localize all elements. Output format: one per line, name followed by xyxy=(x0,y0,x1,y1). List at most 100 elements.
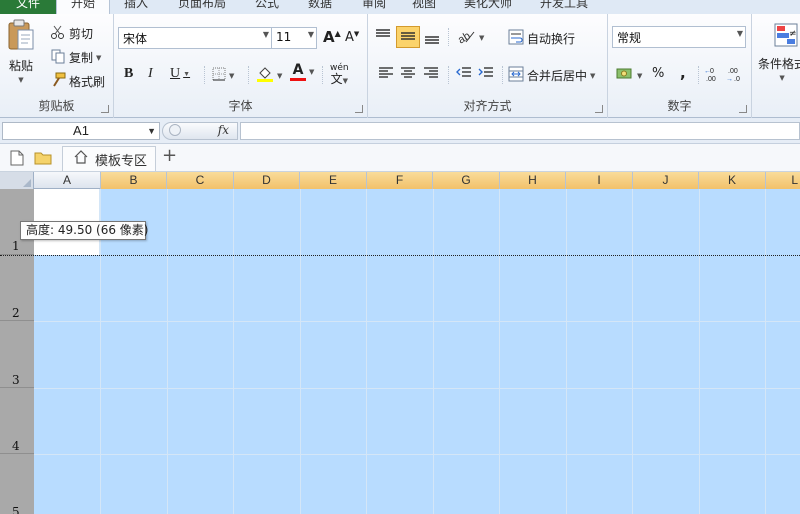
cut-button[interactable]: 剪切 xyxy=(50,24,93,43)
conditional-format-button[interactable]: ≠ 条件格式 ▼ xyxy=(758,22,800,82)
phonetic-icon: 文▼ xyxy=(330,72,348,86)
underline-button[interactable]: U ▼ xyxy=(170,66,190,82)
fill-color-button[interactable]: ▼ xyxy=(256,65,282,86)
italic-button[interactable]: I xyxy=(148,66,153,82)
clipboard-group: 粘贴 ▼ 剪切 复制 ▼ 格式刷 剪贴板 xyxy=(0,14,114,118)
decrease-decimal-button[interactable]: .00 → .0 xyxy=(726,66,744,85)
row-header-5[interactable]: 5 xyxy=(0,454,34,514)
column-header-h[interactable]: H xyxy=(500,172,566,189)
borders-button[interactable]: ▼ xyxy=(212,67,234,84)
column-header-l[interactable]: L xyxy=(766,172,800,189)
column-header-b[interactable]: B xyxy=(101,172,167,189)
align-middle-button[interactable] xyxy=(396,26,420,48)
align-bottom-button[interactable] xyxy=(423,28,441,47)
font-group: 宋体 ▼ 11 ▼ A ▲ A ▼ B I U ▼ ▼ ▼ A ▼ wén 文▼… xyxy=(114,14,368,118)
percent-button[interactable]: % xyxy=(652,66,664,81)
decrease-indent-button[interactable] xyxy=(456,66,472,83)
column-header-j[interactable]: J xyxy=(633,172,699,189)
cut-label: 剪切 xyxy=(69,27,94,41)
tab-review[interactable]: 审阅 xyxy=(362,0,386,14)
increase-decimal-icon: ← 0.00 xyxy=(704,66,722,85)
format-painter-button[interactable]: 格式刷 xyxy=(50,72,105,91)
underline-label: U xyxy=(170,66,181,81)
name-box[interactable]: A1 ▼ xyxy=(2,122,160,140)
clipboard-launcher-icon[interactable] xyxy=(101,105,109,113)
wrap-text-label: 自动换行 xyxy=(527,32,576,46)
alignment-launcher-icon[interactable] xyxy=(595,105,603,113)
open-folder-icon[interactable] xyxy=(34,150,52,169)
tab-formulas[interactable]: 公式 xyxy=(255,0,279,14)
paste-dropdown-icon[interactable]: ▼ xyxy=(18,76,23,84)
font-color-button[interactable]: A ▼ xyxy=(290,63,314,81)
template-zone-tab[interactable]: 模板专区 xyxy=(62,146,156,171)
font-launcher-icon[interactable] xyxy=(355,105,363,113)
svg-text:≠: ≠ xyxy=(789,29,797,39)
increase-indent-button[interactable] xyxy=(478,66,494,83)
number-format-select[interactable]: 常规 ▼ xyxy=(612,26,746,48)
tab-beautify-master[interactable]: 美化大师 xyxy=(464,0,512,14)
bold-button[interactable]: B xyxy=(124,66,133,82)
font-size-select[interactable]: 11 ▼ xyxy=(271,27,317,49)
column-header-k[interactable]: K xyxy=(699,172,766,189)
shrink-font-button[interactable]: A ▼ xyxy=(345,30,359,46)
column-header-g[interactable]: G xyxy=(433,172,500,189)
font-name-dropdown-icon: ▼ xyxy=(262,30,269,39)
column-header-d[interactable]: D xyxy=(234,172,300,189)
merge-center-dropdown-icon: ▼ xyxy=(590,71,596,80)
phonetic-button[interactable]: wén 文▼ xyxy=(330,64,349,87)
font-name-value: 宋体 xyxy=(123,32,148,46)
decrease-indent-icon xyxy=(456,66,472,83)
insert-function-button[interactable]: fx xyxy=(218,123,229,137)
svg-text:→: → xyxy=(726,76,733,82)
copy-dropdown-icon[interactable]: ▼ xyxy=(96,54,101,62)
new-file-icon[interactable] xyxy=(10,150,24,169)
align-center-button[interactable] xyxy=(400,66,416,83)
tab-page-layout[interactable]: 页面布局 xyxy=(178,0,226,14)
comma-button[interactable]: , xyxy=(680,64,686,82)
tab-developer[interactable]: 开发工具 xyxy=(540,0,588,14)
wrap-text-button[interactable]: 自动换行 xyxy=(508,29,575,48)
merge-center-button[interactable]: 合并后居中 ▼ xyxy=(508,66,595,85)
svg-text:0: 0 xyxy=(710,68,714,75)
name-box-dropdown-icon[interactable]: ▼ xyxy=(147,123,156,139)
number-launcher-icon[interactable] xyxy=(739,105,747,113)
font-name-select[interactable]: 宋体 ▼ xyxy=(118,27,272,49)
row-header-4[interactable]: 4 xyxy=(0,388,34,454)
formula-controls: fx xyxy=(162,122,238,140)
paste-button[interactable]: 粘贴 ▼ xyxy=(6,18,36,84)
wrap-text-icon xyxy=(508,29,524,48)
add-tab-button[interactable]: + xyxy=(162,145,177,166)
column-header-e[interactable]: E xyxy=(300,172,367,189)
column-header-a[interactable]: A xyxy=(34,172,101,189)
tab-data[interactable]: 数据 xyxy=(308,0,332,14)
cell-grid[interactable] xyxy=(34,189,800,514)
align-middle-icon xyxy=(399,28,417,47)
home-icon xyxy=(73,149,89,169)
font-size-dropdown-icon: ▼ xyxy=(307,30,314,39)
increase-decimal-button[interactable]: ← 0.00 xyxy=(704,66,722,85)
orientation-button[interactable]: ab ▼ xyxy=(456,28,484,47)
column-header-f[interactable]: F xyxy=(367,172,433,189)
copy-button[interactable]: 复制 ▼ xyxy=(50,48,101,67)
alignment-group-label: 对齐方式 xyxy=(463,99,512,113)
column-header-i[interactable]: I xyxy=(566,172,633,189)
copy-icon xyxy=(50,48,66,67)
grow-font-button[interactable]: A ▲ xyxy=(323,28,341,46)
align-left-button[interactable] xyxy=(378,66,394,83)
align-top-button[interactable] xyxy=(374,28,392,47)
column-header-c[interactable]: C xyxy=(167,172,234,189)
currency-button[interactable]: ▼ xyxy=(616,66,642,85)
select-all-button[interactable] xyxy=(0,172,34,189)
tab-home[interactable]: 开始 xyxy=(56,0,110,14)
expand-handle-icon[interactable] xyxy=(169,124,181,136)
clipboard-group-label: 剪贴板 xyxy=(38,99,75,113)
tab-file[interactable]: 文件 xyxy=(0,0,56,14)
currency-dropdown-icon: ▼ xyxy=(637,71,643,80)
align-right-icon xyxy=(423,66,439,83)
tab-view[interactable]: 视图 xyxy=(412,0,436,14)
formula-input[interactable] xyxy=(240,122,800,140)
tab-insert[interactable]: 插入 xyxy=(124,0,148,14)
row-header-3[interactable]: 3 xyxy=(0,321,34,388)
align-right-button[interactable] xyxy=(423,66,439,83)
row-header-2[interactable]: 2 xyxy=(0,255,34,321)
